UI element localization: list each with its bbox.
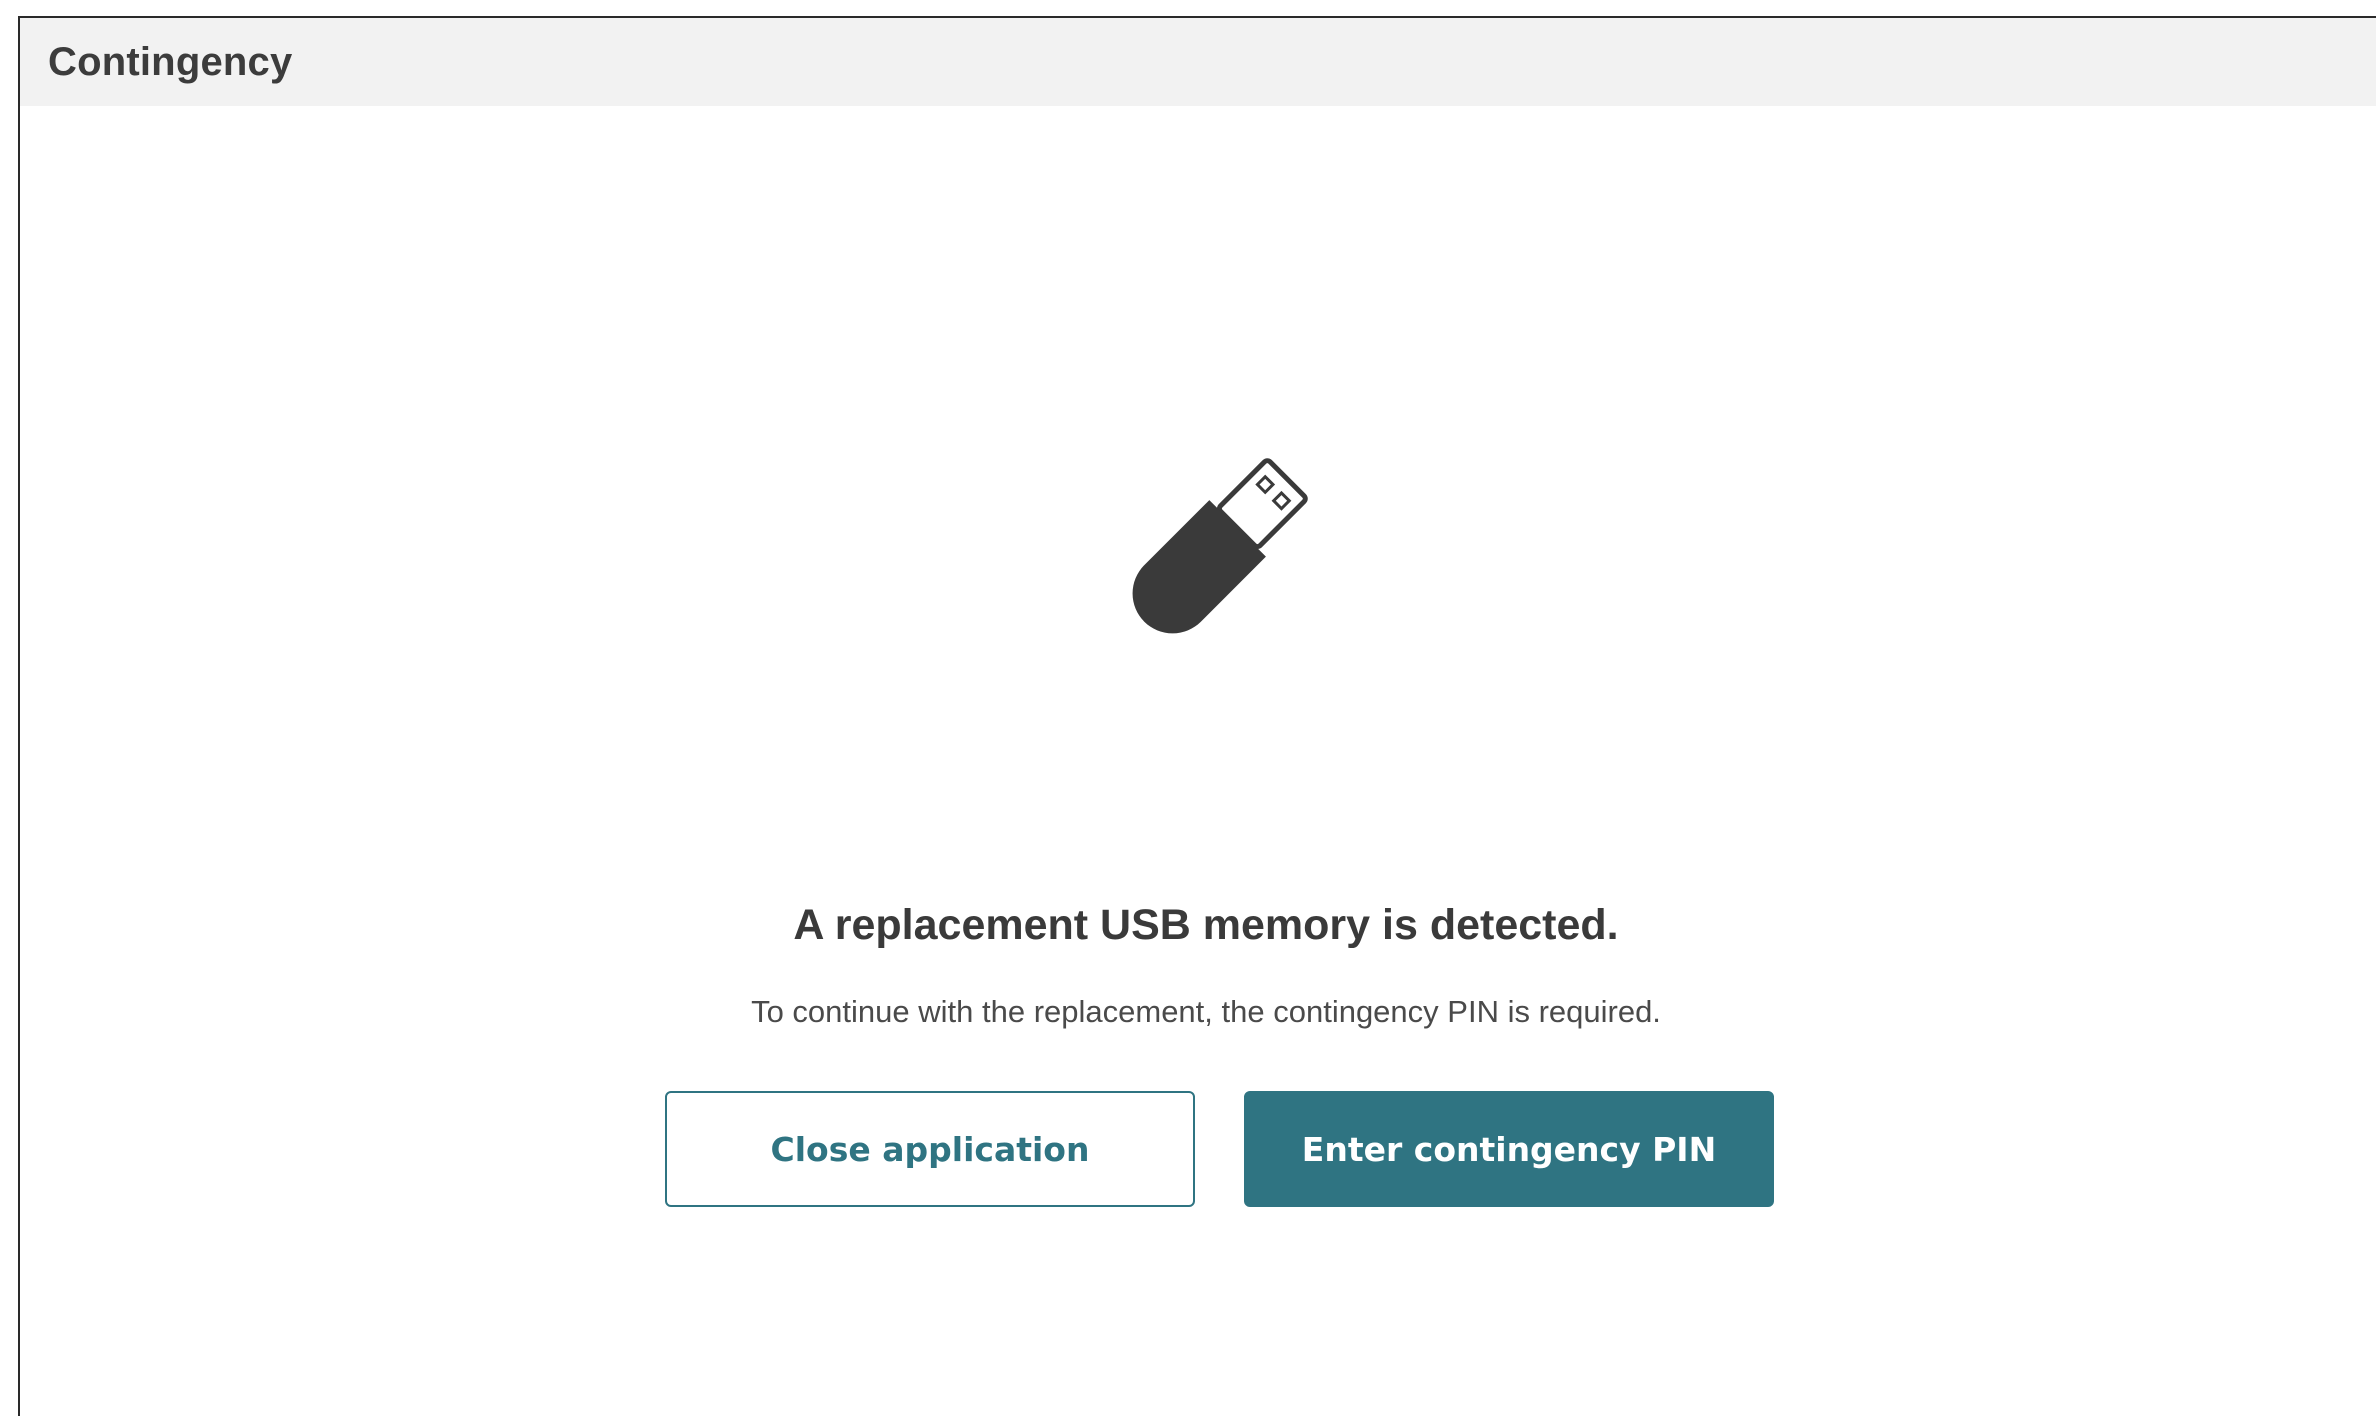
title-bar: Contingency	[20, 18, 2376, 106]
window-title: Contingency	[48, 39, 293, 84]
enter-contingency-pin-button[interactable]: Enter contingency PIN	[1244, 1091, 1774, 1207]
dialog-content: A replacement USB memory is detected. To…	[20, 106, 2376, 1361]
usb-drive-icon	[1132, 458, 1308, 634]
contingency-window: Contingency A replacement USB memory is …	[18, 16, 2376, 1416]
dialog-heading: A replacement USB memory is detected.	[793, 901, 1619, 949]
dialog-message: To continue with the replacement, the co…	[751, 994, 1661, 1029]
close-application-button[interactable]: Close application	[665, 1091, 1195, 1207]
